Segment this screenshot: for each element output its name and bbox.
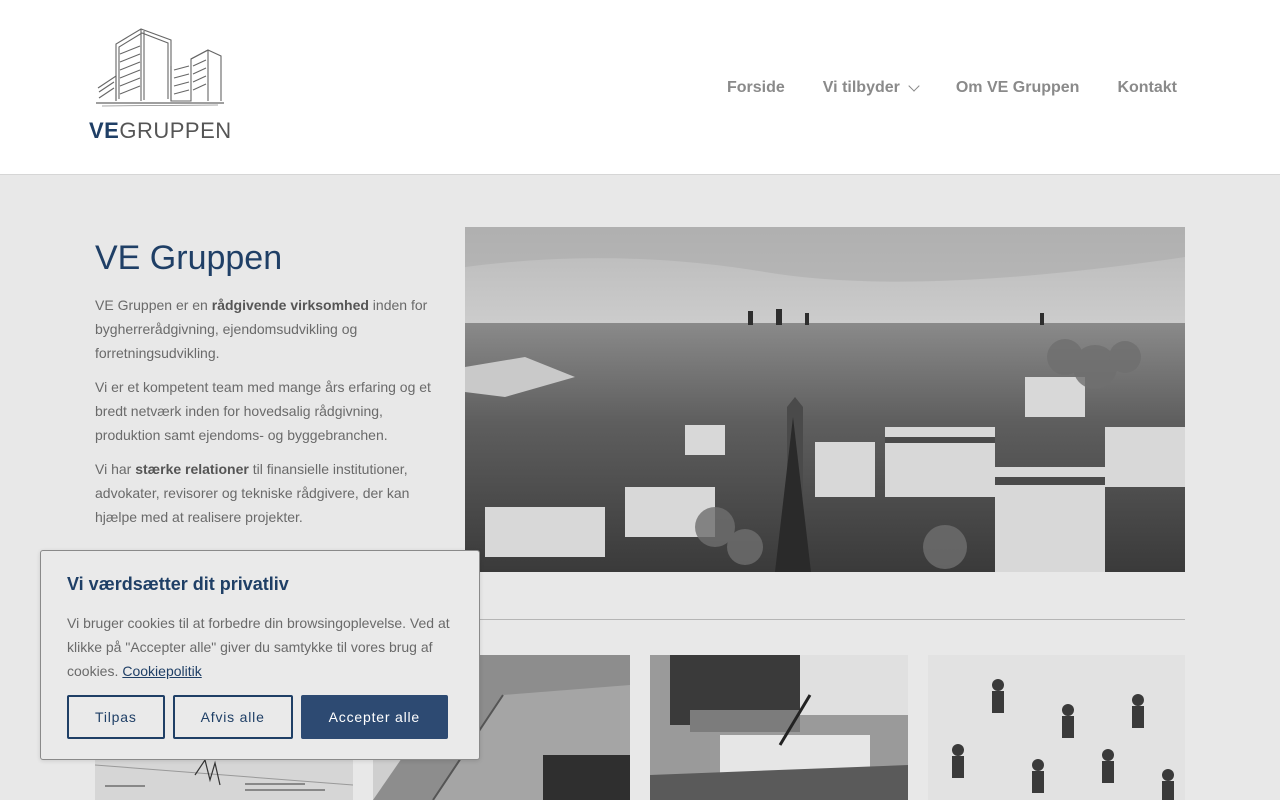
- intro-paragraph-3: Vi har stærke relationer til finansielle…: [95, 461, 410, 525]
- site-header: VEGRUPPEN Forside Vi tilbyder Om VE Grup…: [0, 0, 1280, 175]
- cookie-consent-dialog: Vi værdsætter dit privatliv Vi bruger co…: [40, 550, 480, 760]
- card-image-finance[interactable]: [95, 755, 353, 800]
- nav-kontakt[interactable]: Kontakt: [1117, 78, 1177, 98]
- card-image-laptop[interactable]: [650, 655, 908, 800]
- cookie-title: Vi værdsætter dit privatliv: [67, 574, 289, 594]
- accept-all-button[interactable]: Accepter alle: [300, 695, 449, 739]
- nav-vi-tilbyder[interactable]: Vi tilbyder: [823, 78, 920, 98]
- intro-paragraph-1: VE Gruppen er en rådgivende virksomhed i…: [95, 297, 428, 361]
- intro-section: VE Gruppen VE Gruppen er en rådgivende v…: [95, 237, 440, 539]
- reject-all-button[interactable]: Afvis alle: [172, 695, 293, 739]
- buildings-logo-icon: [96, 28, 224, 107]
- main-nav: Forside Vi tilbyder Om VE Gruppen Kontak…: [727, 78, 1177, 98]
- page-title: VE Gruppen: [95, 239, 283, 277]
- customize-button[interactable]: Tilpas: [67, 695, 165, 739]
- nav-om-ve-gruppen[interactable]: Om VE Gruppen: [956, 78, 1080, 98]
- logo-wordmark: VEGRUPPEN: [89, 118, 232, 143]
- cookie-policy-link[interactable]: Cookiepolitik: [122, 663, 201, 679]
- nav-forside[interactable]: Forside: [727, 78, 785, 98]
- cookie-text: Vi bruger cookies til at forbedre din br…: [67, 615, 450, 679]
- chevron-down-icon: [908, 80, 920, 92]
- hero-city-photo: [465, 227, 1185, 572]
- cookie-buttons: Tilpas Afvis alle Accepter alle: [67, 695, 449, 739]
- site-logo[interactable]: VEGRUPPEN: [88, 26, 238, 146]
- card-image-people[interactable]: [928, 655, 1185, 800]
- section-divider: [465, 619, 1185, 620]
- intro-paragraph-2: Vi er et kompetent team med mange års er…: [95, 379, 431, 443]
